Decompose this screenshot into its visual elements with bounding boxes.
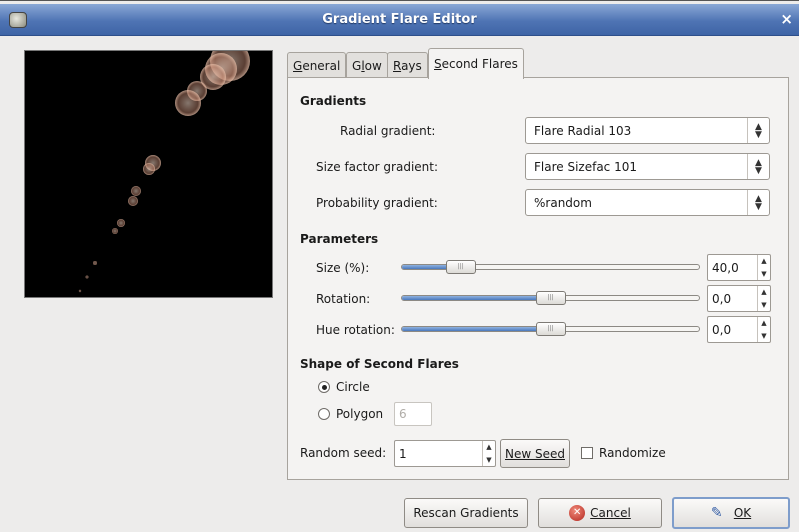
ok-icon: ✎ (710, 505, 723, 521)
tab-mnemonic: R (393, 59, 402, 73)
size-slider-handle[interactable]: ||| (445, 260, 476, 274)
random-seed-label: Random seed: (300, 446, 387, 460)
hue-rotation-slider-handle[interactable]: ||| (535, 322, 566, 336)
tab-second-flares[interactable]: Second Flares (428, 48, 524, 79)
probability-gradient-label: Probability gradient: (316, 196, 438, 210)
hue-rotation-label: Hue rotation: (316, 323, 395, 337)
circle-radio-label: Circle (336, 380, 370, 394)
ok-button[interactable]: ✎ OK (672, 497, 790, 529)
flare-circle (131, 186, 141, 196)
window-title: Gradient Flare Editor (322, 12, 477, 27)
flare-circle (128, 196, 138, 206)
new-seed-button[interactable]: New Seed (500, 439, 570, 468)
radial-gradient-select[interactable]: Flare Radial 103 ▲ ▼ (525, 117, 770, 144)
spin-arrows-icon[interactable]: ▲ ▼ (482, 441, 495, 466)
rotation-slider-fill (402, 296, 551, 300)
cancel-button[interactable]: ✕ Cancel (538, 498, 662, 528)
radial-gradient-label: Radial gradient: (340, 124, 436, 138)
radial-gradient-value: Flare Radial 103 (534, 124, 632, 138)
flare-circle (117, 219, 125, 227)
rotation-spinbutton[interactable]: 0,0 ▲ ▼ (707, 285, 771, 312)
size-factor-gradient-value: Flare Sizefac 101 (534, 160, 637, 174)
shape-heading: Shape of Second Flares (300, 357, 459, 371)
rotation-slider-handle[interactable]: ||| (535, 291, 566, 305)
rescan-gradients-label: Rescan Gradients (413, 506, 519, 520)
updown-arrow-icon: ▲ ▼ (747, 154, 769, 179)
circle-radio-dot[interactable] (318, 381, 330, 393)
flare-circle (175, 90, 201, 116)
cancel-icon: ✕ (569, 505, 586, 521)
flare-preview-canvas (78, 51, 250, 293)
probability-gradient-select[interactable]: %random ▲ ▼ (525, 189, 770, 216)
flare-circle (143, 163, 155, 175)
updown-arrow-icon: ▲ ▼ (747, 190, 769, 215)
hue-rotation-value: 0,0 (712, 323, 732, 337)
tab-mnemonic: G (293, 59, 303, 73)
tab-label: eneral (302, 59, 341, 73)
size-factor-gradient-select[interactable]: Flare Sizefac 101 ▲ ▼ (525, 153, 770, 180)
hue-rotation-spinbutton[interactable]: 0,0 ▲ ▼ (707, 316, 771, 343)
rotation-label: Rotation: (316, 292, 371, 306)
tab-general[interactable]: General (287, 52, 347, 78)
randomize-label: Randomize (599, 446, 666, 460)
tab-label: econd Flares (441, 57, 518, 71)
flare-circle (112, 228, 118, 234)
randomize-checkbox[interactable]: Randomize (581, 446, 666, 460)
polygon-radio[interactable]: Polygon (318, 407, 383, 421)
ok-label: OK (733, 506, 752, 520)
probability-gradient-value: %random (534, 196, 592, 210)
close-icon[interactable]: × (780, 10, 793, 28)
random-seed-value: 1 (399, 447, 407, 461)
tab-mnemonic: S (434, 57, 442, 71)
flare-circle (93, 261, 97, 265)
spin-arrows-icon[interactable]: ▲ ▼ (757, 286, 770, 311)
flare-preview (24, 50, 273, 298)
gradients-heading: Gradients (300, 94, 367, 108)
size-factor-gradient-label: Size factor gradient: (316, 160, 439, 174)
tab-rays[interactable]: Rays (387, 52, 428, 78)
parameters-heading: Parameters (300, 232, 379, 246)
random-seed-spinbutton[interactable]: 1 ▲ ▼ (394, 440, 496, 467)
flare-circle (78, 289, 82, 293)
randomize-checkbox-box[interactable] (581, 447, 593, 459)
updown-arrow-icon: ▲ ▼ (747, 118, 769, 143)
polygon-sides-value: 6 (399, 407, 407, 421)
cancel-label: Cancel (590, 506, 631, 520)
tab-label: ow (364, 59, 382, 73)
tab-glow[interactable]: Glow (346, 52, 388, 78)
size-label: Size (%): (316, 261, 370, 275)
flare-circle (85, 275, 89, 279)
rotation-slider[interactable]: ||| (401, 291, 700, 305)
polygon-radio-dot[interactable] (318, 408, 330, 420)
circle-radio[interactable]: Circle (318, 380, 370, 394)
hue-rotation-slider[interactable]: ||| (401, 322, 700, 336)
dialog-window: Gradient Flare Editor × General Glow Ray… (0, 0, 799, 532)
size-spinbutton[interactable]: 40,0 ▲ ▼ (707, 254, 771, 281)
titlebar[interactable]: Gradient Flare Editor × (0, 4, 799, 36)
polygon-sides-spinbutton: 6 (394, 402, 432, 426)
size-slider[interactable]: ||| (401, 260, 700, 274)
spin-arrows-icon[interactable]: ▲ ▼ (757, 255, 770, 280)
spin-arrows-icon[interactable]: ▲ ▼ (757, 317, 770, 342)
size-value: 40,0 (712, 261, 739, 275)
tab-label: ays (401, 59, 422, 73)
polygon-radio-label: Polygon (336, 407, 384, 421)
rotation-value: 0,0 (712, 292, 732, 306)
second-flares-panel: Gradients Radial gradient: Flare Radial … (287, 77, 789, 480)
rescan-gradients-button[interactable]: Rescan Gradients (404, 498, 528, 528)
new-seed-label: New Seed (505, 446, 565, 461)
hue-rotation-slider-fill (402, 327, 551, 331)
